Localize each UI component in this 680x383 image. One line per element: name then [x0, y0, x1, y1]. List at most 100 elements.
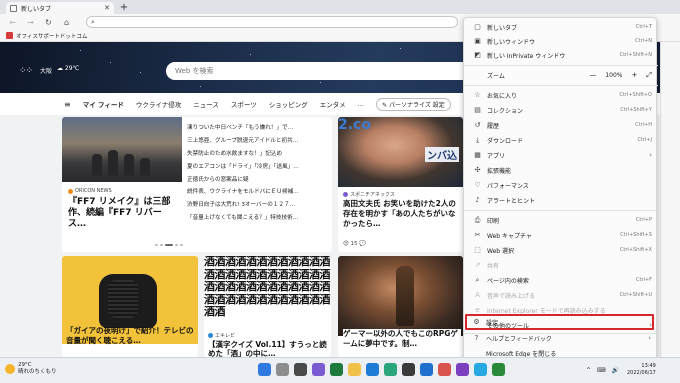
file-explorer-icon[interactable] [348, 363, 361, 376]
weather-city[interactable]: 大阪 [40, 66, 52, 75]
menu-print[interactable]: ⎙ 印刷 Ctrl+P [464, 213, 658, 227]
line-icon[interactable] [492, 363, 505, 376]
ad-card-speaker[interactable]: 「ガイアの夜明け」で紹介！テレビの音量が聞く聴こえる… [62, 256, 198, 357]
web-search-input[interactable]: Web を検索 [166, 62, 491, 80]
list-item[interactable]: 夏のエアコンは「ドライ」「冷房」「送風」… [187, 159, 332, 172]
menu-web-capture[interactable]: ✂ Web キャプチャ Ctrl+Shift+S [464, 228, 658, 242]
address-search-icon: ⌕ [91, 17, 95, 26]
app-icon[interactable] [438, 363, 451, 376]
menu-zoom: ズーム — 100% + ⤢ [487, 70, 652, 80]
fullscreen-icon[interactable]: ⤢ [646, 71, 652, 80]
store-icon[interactable] [402, 363, 415, 376]
menu-inprivate[interactable]: ◩ 新しい InPrivate ウィンドウ Ctrl+Shift+N [464, 48, 658, 62]
menu-find[interactable]: ⌕ ページ内の検索 Ctrl+F [464, 273, 658, 287]
bell-icon: ♪ [475, 196, 480, 204]
ie-icon: e [475, 306, 480, 314]
start-icon[interactable] [258, 363, 271, 376]
reactions[interactable]: 😍 15 💬 [343, 241, 366, 247]
tab-close-icon[interactable]: ✕ [104, 4, 110, 12]
list-item[interactable]: 正徳氏からの窓案品に疑 [187, 172, 332, 185]
weather-temp: 29°C [18, 362, 32, 368]
tab-title: 新しいタブ [21, 5, 52, 13]
taskbar-apps [258, 363, 505, 376]
home-icon[interactable]: ⌂ [62, 18, 71, 27]
source-logo-icon [208, 332, 213, 338]
task-view-icon[interactable] [294, 363, 307, 376]
feed-tab-news[interactable]: ニュース [193, 99, 219, 109]
list-item[interactable]: 説件表、ウクライナをモルドバにＥＵ候補… [187, 185, 332, 198]
edge-icon[interactable] [384, 363, 397, 376]
search-icon[interactable] [276, 363, 289, 376]
card-source: ORICON NEWS [68, 188, 112, 194]
zoom-out-icon[interactable]: — [589, 71, 596, 79]
menu-history[interactable]: ↺ 履歴 Ctrl+H [464, 118, 658, 132]
system-tray[interactable]: ^ ⌨ 🔊 [586, 367, 621, 374]
menu-downloads[interactable]: ⤓ ダウンロード Ctrl+J [464, 133, 658, 147]
back-icon[interactable]: ← [8, 18, 17, 27]
app2-icon[interactable] [474, 363, 487, 376]
settings-highlight-box [465, 314, 654, 330]
vscode-icon[interactable] [420, 363, 433, 376]
ff7-thumbnail [62, 117, 182, 182]
menu-collections[interactable]: ▤ コレクション Ctrl+Shift+Y [464, 103, 658, 117]
menu-help[interactable]: ? ヘルプとフィードバック › [463, 331, 657, 345]
menu-apps[interactable]: ▦ アプリ › [464, 148, 658, 162]
menu-extensions[interactable]: ✣ 拡張機能 [464, 163, 658, 177]
ad-card-game[interactable]: ゲーマー以外の人でもこのRPGゲームに夢中です。制… [338, 256, 463, 357]
news-card-takada[interactable]: 2.co ンバ込 スポニチアネックス 高田文夫氏 お笑いを助けた2人の存在を明か… [338, 117, 463, 252]
menu-favorites[interactable]: ☆ お気に入り Ctrl+Shift+O [464, 88, 658, 102]
list-item[interactable]: 渋野日向子は大荒れ! 3オーバーの１２７… [187, 198, 332, 211]
weather-temperature[interactable]: ☁ 29℃ [57, 65, 79, 72]
feed-menu-icon[interactable]: ≡ [64, 100, 71, 109]
card-headline[interactable]: 『FF7 リメイク』は三部作、続編『FF7 リバース… [68, 197, 178, 230]
address-bar[interactable]: ⌕ [86, 16, 458, 28]
download-icon: ⤓ [475, 135, 480, 144]
forward-icon[interactable]: → [26, 18, 35, 27]
inprivate-icon: ◩ [474, 51, 481, 59]
capture-icon: ✂ [474, 231, 481, 239]
extensions-icon: ✣ [474, 166, 481, 174]
list-item[interactable]: 失禁防止のため水飲ますな！」記込め [187, 147, 332, 160]
taskbar-weather[interactable]: 29°C 晴れのちくもり [5, 362, 57, 376]
zoom-level: 100% [605, 71, 623, 79]
feed-tab-more[interactable]: … [358, 100, 365, 108]
outlook-icon[interactable] [366, 363, 379, 376]
card-headline[interactable]: 「ガイアの夜明け」で紹介！テレビの音量が聞く聴こえる… [66, 326, 196, 346]
menu-performance[interactable]: ♡ パフォーマンス [464, 178, 658, 192]
menu-alerts[interactable]: ♪ アラートとヒント [464, 193, 658, 207]
onenote-icon[interactable] [456, 363, 469, 376]
personalize-button[interactable]: ✎ パーソナライズ 設定 [376, 97, 451, 111]
photo-brand-text: 2.co [338, 117, 371, 133]
list-item[interactable]: 「音量上げなくても聞こえる？」特技技術… [187, 211, 332, 224]
menu-web-select[interactable]: ⬚ Web 選択 Ctrl+Shift+X [464, 243, 658, 257]
zoom-in-icon[interactable]: + [632, 71, 638, 79]
news-card-ff7[interactable]: ORICON NEWS 『FF7 リメイク』は三部作、続編『FF7 リバース… … [62, 117, 332, 252]
feed-tab-shopping[interactable]: ショッピング [269, 99, 308, 109]
teams-icon[interactable] [312, 363, 325, 376]
list-item[interactable]: 三上悠亜、グループ脱退元アイドルと初共… [187, 134, 332, 147]
feed-tab-entertainment[interactable]: エンタメ [320, 99, 346, 109]
menu-new-window[interactable]: ▣ 新しいウィンドウ Ctrl+N [464, 34, 658, 48]
clock[interactable]: 13:49 2022/06/17 [627, 363, 656, 377]
list-item[interactable]: 凍りついた中日ベンチ「もう嫌れ！」で… [187, 121, 332, 134]
excel-icon[interactable] [330, 363, 343, 376]
carousel-pager[interactable] [155, 244, 183, 246]
apps-launcher-icon[interactable]: ⁘⁘ [19, 66, 33, 76]
share-icon: ↗ [474, 261, 481, 269]
card-headline[interactable]: ゲーマー以外の人でもこのRPGゲームに夢中です。制… [343, 329, 461, 349]
card-headline[interactable]: 【漢字クイズ Vol.11】すうっと読めた「酒」の中に… [208, 340, 330, 357]
feed-tab-sports[interactable]: スポーツ [231, 99, 257, 109]
menu-new-tab[interactable]: ▢ 新しいタブ Ctrl+T [464, 20, 658, 34]
new-tab-button[interactable]: + [118, 2, 130, 14]
refresh-icon[interactable]: ↻ [44, 18, 53, 27]
tab-new-tab[interactable]: 新しいタブ ✕ [6, 2, 114, 14]
favorite-link[interactable]: オフィスサポートドットコム [16, 32, 87, 40]
card-headline[interactable]: 高田文夫氏 お笑いを助けた2人の存在を明かす「あの人たちがいなかったら… [343, 199, 461, 229]
window-icon: ▣ [474, 37, 481, 45]
feed-tab-my-feed[interactable]: マイ フィード [83, 99, 124, 109]
sidebar-strip [660, 42, 680, 357]
photo-sign-text: ンバ込 [425, 147, 459, 162]
feed-tab-ukraine[interactable]: ウクライナ侵攻 [136, 99, 181, 109]
menu-read-aloud: A 音声で読み上げる Ctrl+Shift+U [464, 288, 658, 302]
news-card-kanji[interactable]: 酒酒酒酒酒酒酒酒酒酒酒酒酒酒酒酒酒酒酒酒酒酒酒酒酒酒酒酒酒酒酒酒酒酒酒酒酒酒酒酒… [204, 256, 331, 357]
